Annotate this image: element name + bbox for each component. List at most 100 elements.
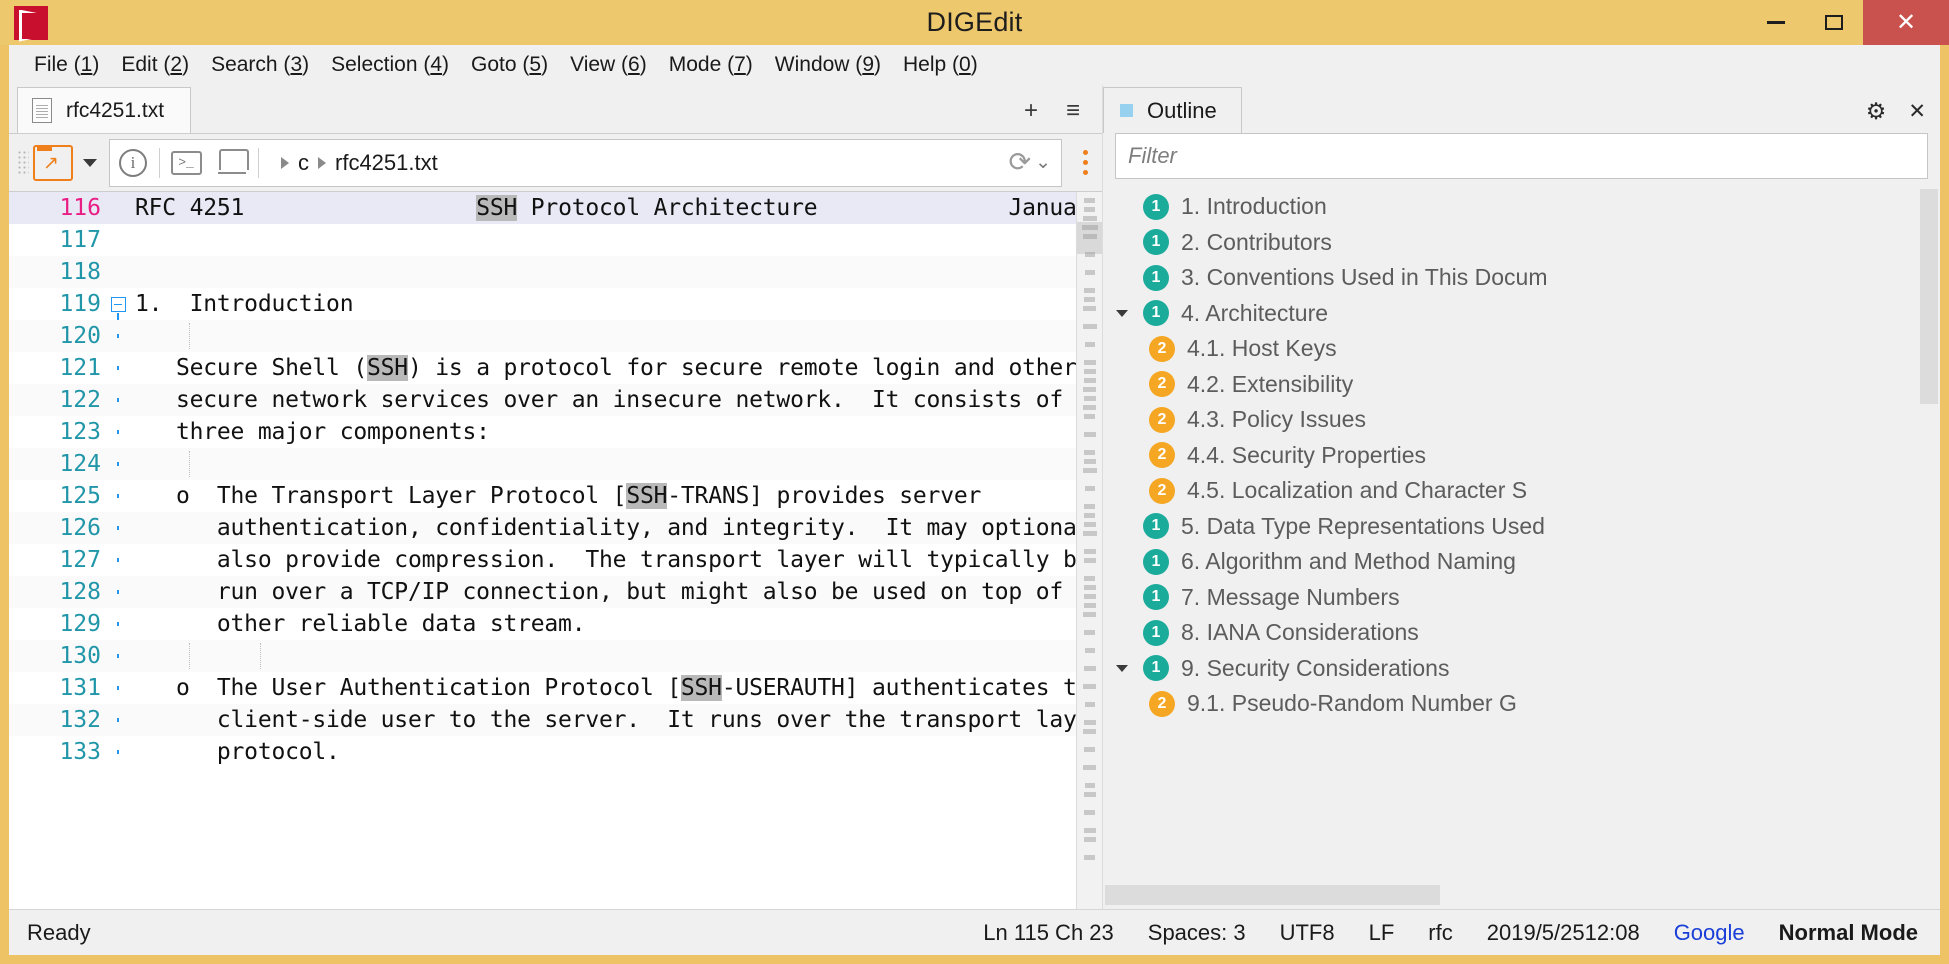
editor-line[interactable]: 123 three major components: xyxy=(9,416,1076,448)
menu-edit[interactable]: Edit (2) xyxy=(110,49,200,81)
menu-selection[interactable]: Selection (4) xyxy=(320,49,460,81)
overflow-menu-button[interactable] xyxy=(1068,139,1102,187)
status-filetype[interactable]: rfc xyxy=(1428,920,1452,946)
editor-line[interactable]: 124 xyxy=(9,448,1076,480)
line-text: o The User Authentication Protocol [SSH-… xyxy=(129,675,1076,701)
status-line-ending[interactable]: LF xyxy=(1369,920,1395,946)
close-panel-icon[interactable]: ✕ xyxy=(1908,101,1926,122)
outline-level-badge: 1 xyxy=(1143,194,1169,220)
outline-level-badge: 1 xyxy=(1143,229,1169,255)
outline-list[interactable]: 11. Introduction12. Contributors13. Conv… xyxy=(1103,187,1918,883)
maximize-button[interactable] xyxy=(1805,0,1863,45)
editor-line[interactable]: 131 o The User Authentication Protocol [… xyxy=(9,672,1076,704)
status-cursor-position[interactable]: Ln 115 Ch 23 xyxy=(983,920,1113,946)
status-editor-mode[interactable]: Normal Mode xyxy=(1779,920,1918,946)
minimap-line xyxy=(1077,727,1102,736)
code-area[interactable]: 116RFC 4251 SSH Protocol Architecture Ja… xyxy=(9,192,1076,909)
editor-line[interactable]: 117 xyxy=(9,224,1076,256)
outline-horizontal-scrollbar[interactable] xyxy=(1103,883,1940,907)
chevron-down-icon[interactable] xyxy=(1113,665,1131,672)
outline-item[interactable]: 11. Introduction xyxy=(1103,189,1918,225)
outline-item[interactable]: 13. Conventions Used in This Docum xyxy=(1103,260,1918,296)
editor-line[interactable]: 122 secure network services over an inse… xyxy=(9,384,1076,416)
outline-vscroll-thumb[interactable] xyxy=(1920,189,1938,404)
outline-item[interactable]: 24.1. Host Keys xyxy=(1103,331,1918,367)
line-text xyxy=(129,259,1076,285)
reload-icon[interactable]: ⟳ xyxy=(1008,149,1031,176)
minimap-thumb[interactable] xyxy=(1077,222,1102,254)
status-encoding[interactable]: UTF8 xyxy=(1280,920,1335,946)
new-tab-button[interactable]: + xyxy=(1014,96,1048,126)
status-indentation[interactable]: Spaces: 3 xyxy=(1148,920,1246,946)
outline-item[interactable]: 24.2. Extensibility xyxy=(1103,367,1918,403)
outline-item[interactable]: 12. Contributors xyxy=(1103,225,1918,261)
text-editor[interactable]: 116RFC 4251 SSH Protocol Architecture Ja… xyxy=(9,191,1102,909)
fold-collapse-icon[interactable] xyxy=(111,297,126,312)
tab-rfc4251[interactable]: rfc4251.txt xyxy=(17,87,191,133)
editor-line[interactable]: 128 run over a TCP/IP connection, but mi… xyxy=(9,576,1076,608)
outline-item[interactable]: 14. Architecture xyxy=(1103,296,1918,332)
minimize-button[interactable] xyxy=(1747,0,1805,45)
editor-line[interactable]: 116RFC 4251 SSH Protocol Architecture Ja… xyxy=(9,192,1076,224)
outline-item[interactable]: 24.5. Localization and Character S xyxy=(1103,473,1918,509)
close-button[interactable]: ✕ xyxy=(1863,0,1949,45)
outline-item[interactable]: 16. Algorithm and Method Naming xyxy=(1103,544,1918,580)
outline-item-label: 4.3. Policy Issues xyxy=(1187,406,1366,433)
gear-icon[interactable]: ⚙ xyxy=(1866,100,1887,123)
open-folder-button[interactable]: ↗ xyxy=(33,145,73,181)
menu-help[interactable]: Help (0) xyxy=(892,49,989,81)
status-search-engine[interactable]: Google xyxy=(1674,920,1745,946)
window-title: DIGEdit xyxy=(0,7,1949,38)
menu-mode[interactable]: Mode (7) xyxy=(658,49,764,81)
minimap-line xyxy=(1077,259,1102,268)
menu-view[interactable]: View (6) xyxy=(559,49,658,81)
outline-item-label: 8. IANA Considerations xyxy=(1181,619,1419,646)
outline-filter-box[interactable] xyxy=(1115,133,1928,179)
tab-outline[interactable]: Outline xyxy=(1103,87,1242,133)
editor-line[interactable]: 133 protocol. xyxy=(9,736,1076,768)
editor-minimap-scrollbar[interactable] xyxy=(1076,192,1102,909)
editor-line[interactable]: 125 o The Transport Layer Protocol [SSH-… xyxy=(9,480,1076,512)
minimap-line xyxy=(1077,772,1102,781)
chevron-down-icon[interactable] xyxy=(1113,310,1131,317)
close-icon: ✕ xyxy=(1896,11,1916,35)
menu-search[interactable]: Search (3) xyxy=(200,49,320,81)
outline-item[interactable]: 17. Message Numbers xyxy=(1103,580,1918,616)
breadcrumb-segment[interactable]: rfc4251.txt xyxy=(335,150,438,176)
editor-line[interactable]: 132 client-side user to the server. It r… xyxy=(9,704,1076,736)
outline-hscroll-thumb[interactable] xyxy=(1105,885,1440,905)
editor-line[interactable]: 127 also provide compression. The transp… xyxy=(9,544,1076,576)
outline-item[interactable]: 15. Data Type Representations Used xyxy=(1103,509,1918,545)
editor-line[interactable]: 129 other reliable data stream. xyxy=(9,608,1076,640)
line-text: secure network services over an insecure… xyxy=(129,387,1076,413)
outline-item[interactable]: 24.3. Policy Issues xyxy=(1103,402,1918,438)
menu-file[interactable]: File (1) xyxy=(23,49,110,81)
outline-level-badge: 1 xyxy=(1143,620,1169,646)
explorer-button[interactable] xyxy=(209,140,255,186)
history-chevron-icon[interactable]: ⌄ xyxy=(1035,151,1051,174)
editor-line[interactable]: 120 xyxy=(9,320,1076,352)
outline-item[interactable]: 29.1. Pseudo-Random Number G xyxy=(1103,686,1918,722)
folder-arrow-icon: ↗ xyxy=(43,154,59,173)
fold-gutter[interactable] xyxy=(107,297,129,312)
chevron-down-icon[interactable] xyxy=(83,159,97,167)
editor-line[interactable]: 121 Secure Shell (SSH) is a protocol for… xyxy=(9,352,1076,384)
outline-item[interactable]: 24.4. Security Properties xyxy=(1103,438,1918,474)
outline-vertical-scrollbar[interactable] xyxy=(1918,187,1940,883)
info-button[interactable]: i xyxy=(110,140,156,186)
editor-line[interactable]: 1191. Introduction xyxy=(9,288,1076,320)
menu-window[interactable]: Window (9) xyxy=(764,49,892,81)
minimap-line xyxy=(1077,844,1102,853)
terminal-button[interactable]: >_ xyxy=(163,140,209,186)
editor-line[interactable]: 126 authentication, confidentiality, and… xyxy=(9,512,1076,544)
editor-line[interactable]: 118 xyxy=(9,256,1076,288)
tab-list-menu-button[interactable]: ≡ xyxy=(1056,96,1090,126)
breadcrumb-segment[interactable]: c xyxy=(298,150,309,176)
toolbar-grip[interactable] xyxy=(17,150,29,176)
editor-line[interactable]: 130 xyxy=(9,640,1076,672)
filter-input[interactable] xyxy=(1128,143,1915,169)
outline-item[interactable]: 19. Security Considerations xyxy=(1103,651,1918,687)
menu-goto[interactable]: Goto (5) xyxy=(460,49,559,81)
outline-item[interactable]: 1 8. IANA Considerations xyxy=(1103,615,1918,651)
line-text: three major components: xyxy=(129,419,1076,445)
